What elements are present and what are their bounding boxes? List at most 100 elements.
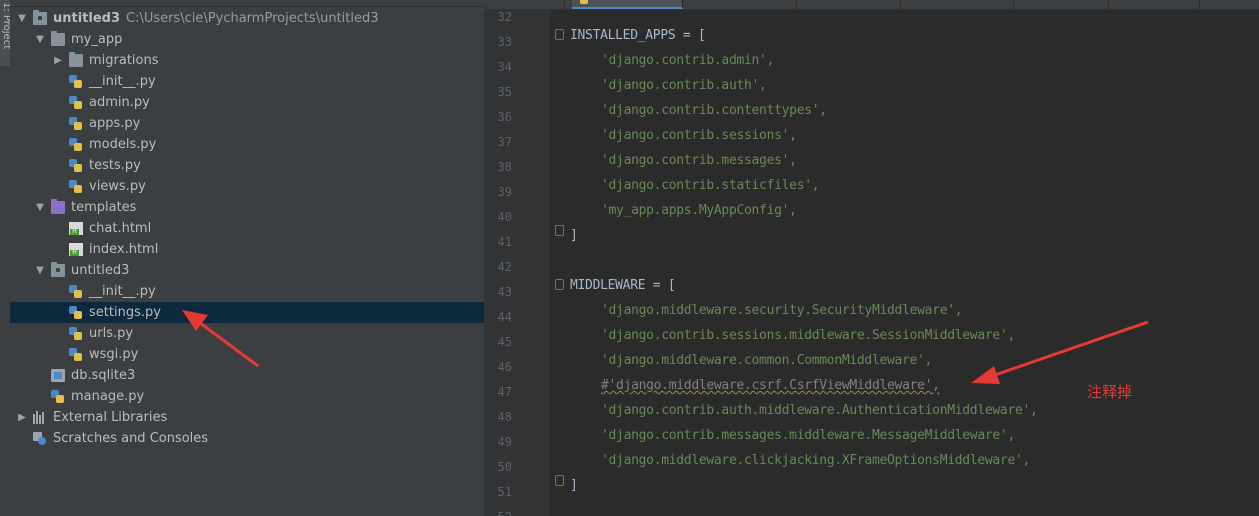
code-line: 'django.contrib.messages.middleware.Mess… [601, 428, 1015, 443]
tree-item-admin-py[interactable]: admin.py [10, 92, 484, 113]
code-editor[interactable]: 32 33 34 35 36 37 38 39 40 41 42 43 44 45 46 47 48 49 50 51… [484, 0, 1259, 516]
tree-item-name: db.sqlite3 [71, 368, 136, 383]
code-line: 'my_app.apps.MyAppConfig', [601, 203, 797, 218]
tree-item-label: __init__.py [89, 71, 156, 92]
expand-arrow-right-icon[interactable]: ▶ [52, 50, 64, 71]
tree-item-name: index.html [89, 242, 159, 257]
code-line: 'django.contrib.messages', [601, 153, 797, 168]
editor-tab[interactable] [1014, 0, 1109, 9]
tree-item-tests-py[interactable]: tests.py [10, 155, 484, 176]
tree-item-label: db.sqlite3 [71, 365, 135, 386]
expand-arrow-down-icon[interactable]: ▼ [34, 29, 46, 50]
code-line: INSTALLED_APPS = [ [570, 28, 706, 43]
expand-arrow-down-icon[interactable]: ▼ [16, 8, 28, 29]
tree-item-models-py[interactable]: models.py [10, 134, 484, 155]
fold-marker-icon[interactable] [555, 29, 564, 40]
line-number-gutter: 32 33 34 35 36 37 38 39 40 41 42 43 44 45 46 47 48 49 50 51… [484, 10, 550, 516]
tree-item-label: Scratches and Consoles [53, 428, 208, 449]
scratches-icon [33, 432, 47, 445]
tree-item-name: settings.py [89, 305, 161, 320]
line-number: 46 [497, 360, 512, 374]
tree-item-external-libraries[interactable]: ▶ External Libraries [10, 407, 484, 428]
tree-item-untitled3[interactable]: ▼ untitled3 C:\Users\cie\PycharmProjects\u… [10, 8, 484, 29]
libraries-icon [33, 411, 47, 424]
tree-item-name: my_app [71, 32, 123, 47]
tree-item-label: untitled3 [71, 260, 129, 281]
tree-item-name: migrations [89, 53, 159, 68]
line-number: 49 [497, 435, 512, 449]
tree-item-settings-py[interactable]: settings.py [10, 302, 484, 323]
tree-item-name: __init__.py [89, 74, 156, 89]
project-path: C:\Users\cie\PycharmProjects\untitled3 [126, 11, 379, 26]
line-number: 43 [497, 285, 512, 299]
python-file-icon [69, 180, 83, 193]
code-line: 'django.contrib.staticfiles', [601, 178, 820, 193]
tree-item-scratches-and-consoles[interactable]: Scratches and Consoles [10, 428, 484, 449]
code-line: MIDDLEWARE = [ [570, 278, 676, 293]
tree-item-untitled3[interactable]: ▼ untitled3 [10, 260, 484, 281]
expand-arrow-down-icon[interactable]: ▼ [34, 260, 46, 281]
tree-item-urls-py[interactable]: urls.py [10, 323, 484, 344]
tree-item-name: manage.py [71, 389, 145, 404]
project-panel: ▼ untitled3 C:\Users\cie\PycharmProjects\u… [10, 0, 484, 516]
fold-marker-icon[interactable] [555, 279, 564, 290]
tree-item-init-py[interactable]: __init__.py [10, 281, 484, 302]
tree-item-name: templates [71, 200, 137, 215]
project-tool-tab[interactable]: 1: Project [0, 0, 12, 66]
line-number: 32 [497, 10, 512, 24]
expand-arrow-right-icon[interactable]: ▶ [16, 407, 28, 428]
python-file-icon [69, 306, 83, 319]
expand-arrow-down-icon[interactable]: ▼ [34, 197, 46, 218]
line-number: 39 [497, 185, 512, 199]
line-number: 45 [497, 335, 512, 349]
tree-item-name: __init__.py [89, 284, 156, 299]
tree-item-manage-py[interactable]: manage.py [10, 386, 484, 407]
line-number: 42 [497, 260, 512, 274]
editor-tab[interactable] [484, 0, 565, 9]
code-line: 'django.contrib.sessions', [601, 128, 797, 143]
tree-item-apps-py[interactable]: apps.py [10, 113, 484, 134]
fold-marker-icon[interactable] [555, 225, 564, 236]
line-number: 47 [497, 385, 512, 399]
tree-item-name: Scratches and Consoles [53, 431, 209, 446]
html-file-icon: H [69, 243, 83, 256]
editor-tab[interactable] [901, 0, 1014, 9]
python-file-icon [69, 348, 83, 361]
tree-item-label: manage.py [71, 386, 144, 407]
code-line: 'django.middleware.security.SecurityMidd… [601, 303, 963, 318]
code-line: 'django.contrib.admin', [601, 53, 775, 68]
editor-tab[interactable] [1109, 0, 1200, 9]
commented-code-line: #'django.middleware.csrf.CsrfViewMiddlew… [601, 378, 940, 393]
tree-item-migrations[interactable]: ▶ migrations [10, 50, 484, 71]
tree-item-label: my_app [71, 29, 122, 50]
line-number: 51 [497, 485, 512, 499]
line-number: 41 [497, 235, 512, 249]
line-number: 33 [497, 35, 512, 49]
fold-marker-icon[interactable] [555, 475, 564, 486]
editor-tab[interactable] [797, 0, 901, 9]
folder-icon [33, 10, 47, 25]
tree-item-db-sqlite3[interactable]: db.sqlite3 [10, 365, 484, 386]
editor-tab[interactable] [684, 0, 797, 9]
code-line: 'django.contrib.contenttypes', [601, 103, 827, 118]
tree-item-name: views.py [89, 179, 146, 194]
tree-item-wsgi-py[interactable]: wsgi.py [10, 344, 484, 365]
tree-item-templates[interactable]: ▼ templates [10, 197, 484, 218]
annotation-label: 注释掉 [1087, 383, 1133, 401]
tree-item-label: External Libraries [53, 407, 167, 428]
tree-item-index-html[interactable]: Hindex.html [10, 239, 484, 260]
python-file-icon [69, 75, 83, 88]
line-number: 38 [497, 160, 512, 174]
tree-item-label: admin.py [89, 92, 150, 113]
python-file-icon [69, 159, 83, 172]
tree-item-name: wsgi.py [89, 347, 139, 362]
tree-item-name: urls.py [89, 326, 134, 341]
tree-item-label: chat.html [89, 218, 151, 239]
editor-tab-active[interactable] [572, 0, 683, 9]
tree-item-my-app[interactable]: ▼ my_app [10, 29, 484, 50]
line-number: 52 [484, 510, 512, 516]
tree-item-views-py[interactable]: views.py [10, 176, 484, 197]
tree-item-init-py[interactable]: __init__.py [10, 71, 484, 92]
tree-item-chat-html[interactable]: Hchat.html [10, 218, 484, 239]
tree-item-label: migrations [89, 50, 159, 71]
